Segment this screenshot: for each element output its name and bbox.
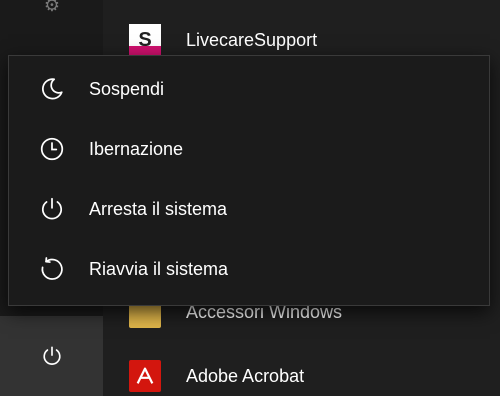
rail-power-button[interactable] [0, 316, 103, 396]
app-label: LivecareSupport [186, 29, 318, 50]
rail-settings-icon[interactable]: ⚙ [39, 0, 65, 14]
menu-item-label: Ibernazione [89, 138, 184, 159]
start-menu: ⚙ S LivecareSupport Accessori Windows Ad… [0, 0, 500, 396]
app-list-item-livecaresupport[interactable]: S LivecareSupport [103, 20, 500, 60]
power-icon [41, 345, 63, 367]
livecaresupport-icon: S [129, 24, 161, 56]
menu-item-sospendi[interactable]: Sospendi [9, 60, 489, 118]
menu-item-label: Sospendi [89, 78, 165, 99]
menu-item-ibernazione[interactable]: Ibernazione [9, 120, 489, 178]
power-icon [37, 194, 67, 224]
moon-icon [37, 74, 67, 104]
menu-item-label: Arresta il sistema [89, 198, 228, 219]
menu-item-label: Riavvia il sistema [89, 258, 229, 279]
clock-icon [37, 134, 67, 164]
app-label: Adobe Acrobat [186, 365, 305, 386]
adobe-acrobat-icon [129, 360, 161, 392]
power-options-menu: Sospendi Ibernazione Arresta il sistema [8, 55, 490, 306]
restart-icon [37, 254, 67, 284]
menu-item-riavvia[interactable]: Riavvia il sistema [9, 240, 489, 298]
app-list-item-adobe-acrobat[interactable]: Adobe Acrobat [103, 356, 500, 396]
svg-text:S: S [138, 29, 151, 51]
menu-item-arresta[interactable]: Arresta il sistema [9, 180, 489, 238]
